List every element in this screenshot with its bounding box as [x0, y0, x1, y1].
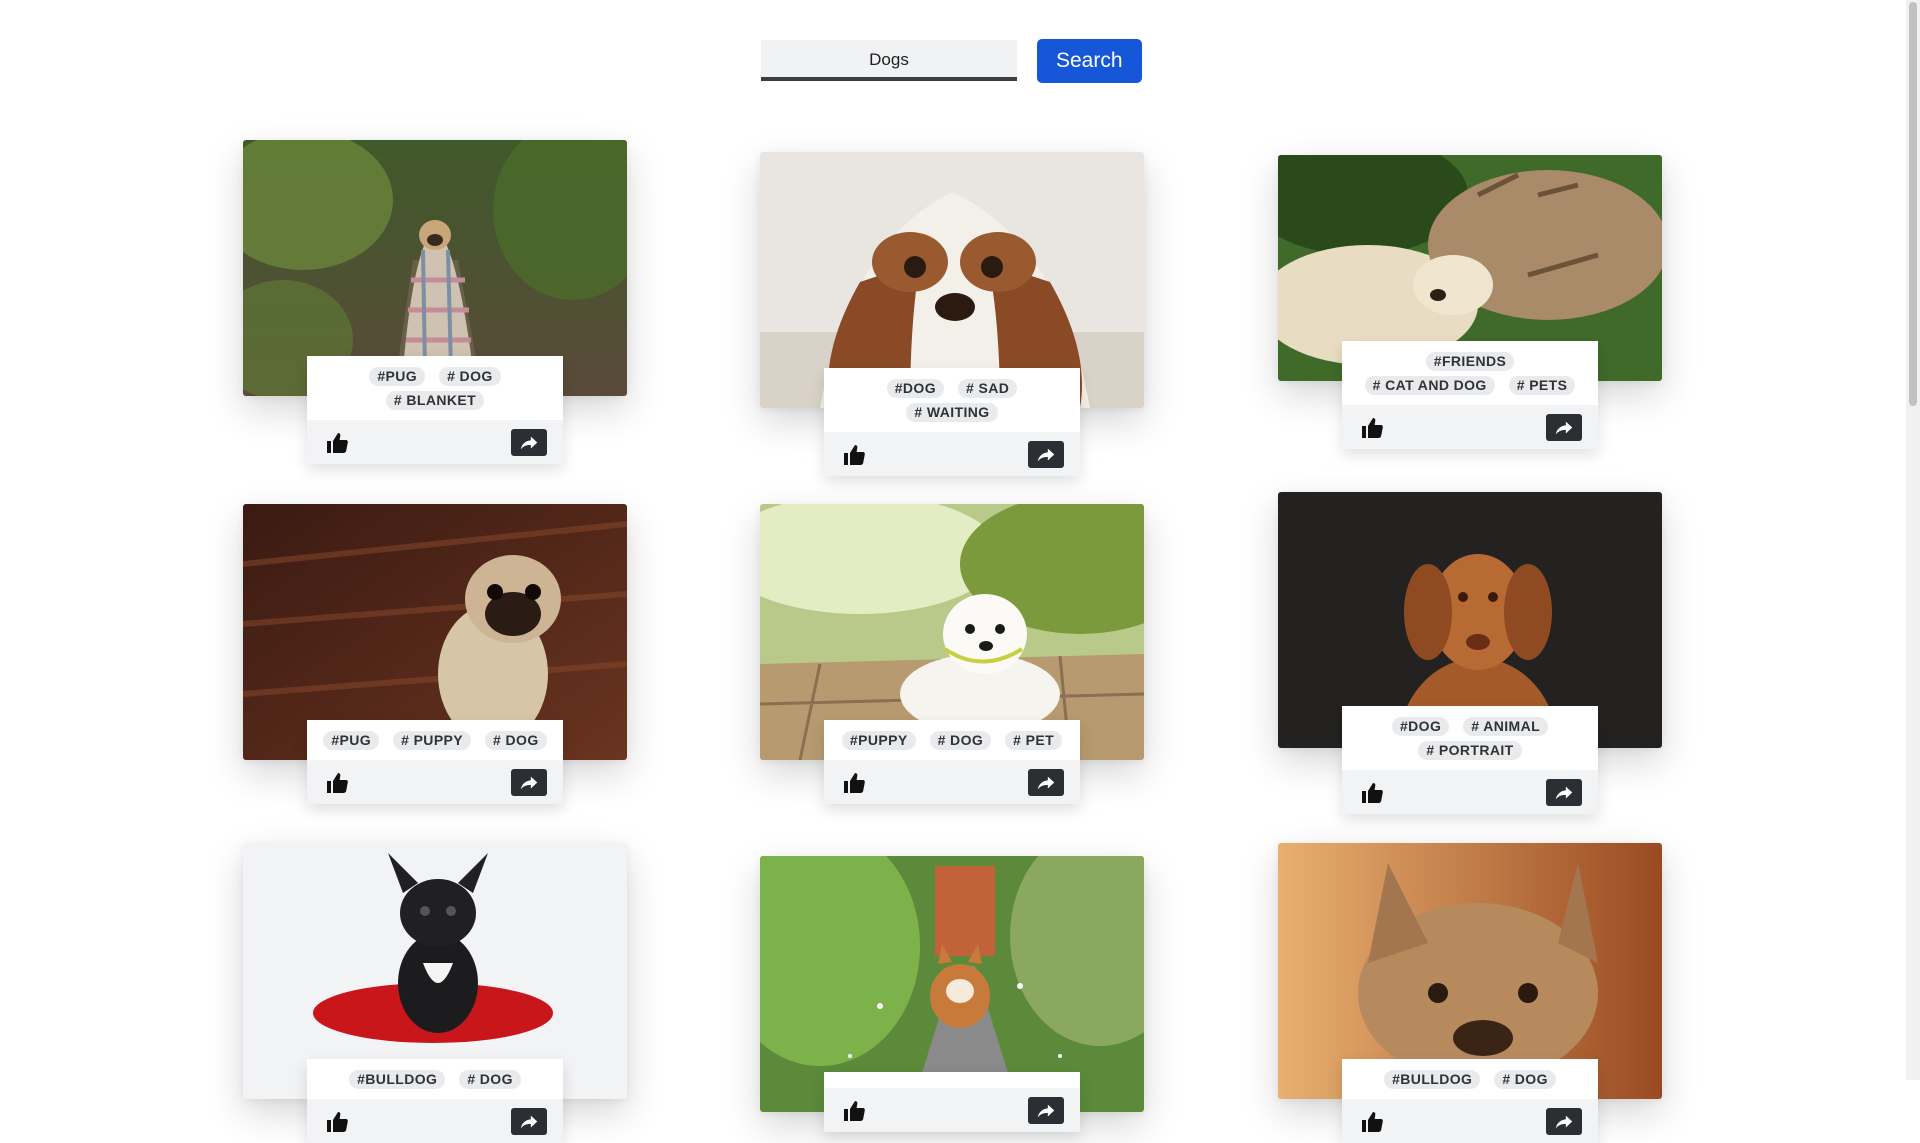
thumbs-up-icon[interactable]: [325, 1110, 349, 1134]
image-card: #PUPPY # DOG # PET: [760, 504, 1144, 804]
tag[interactable]: # BLANKET: [385, 391, 485, 410]
card-actions: [1342, 770, 1598, 814]
share-button[interactable]: [511, 429, 547, 456]
tag[interactable]: # CAT AND DOG: [1364, 376, 1495, 395]
tag[interactable]: # PET: [1005, 731, 1063, 750]
tag[interactable]: # WAITING: [906, 403, 998, 422]
share-button[interactable]: [511, 769, 547, 796]
tag[interactable]: # PORTRAIT: [1418, 741, 1522, 760]
share-button[interactable]: [1546, 414, 1582, 441]
tag[interactable]: #PUPPY: [841, 731, 916, 750]
search-bar: Search: [761, 39, 1142, 83]
share-button[interactable]: [1546, 779, 1582, 806]
share-button[interactable]: [1028, 441, 1064, 468]
card-actions: [1342, 405, 1598, 449]
tag[interactable]: # SAD: [958, 379, 1018, 398]
thumbs-up-icon[interactable]: [325, 771, 349, 795]
share-arrow-icon: [1035, 444, 1057, 466]
tag[interactable]: #FRIENDS: [1425, 352, 1515, 371]
card-info: #BULLDOG # DOG: [307, 1059, 563, 1143]
tag-list: #DOG # ANIMAL # PORTRAIT: [1342, 706, 1598, 770]
tag-list: #PUG # DOG # BLANKET: [307, 356, 563, 420]
thumbs-up-icon[interactable]: [1360, 416, 1384, 440]
thumbs-up-icon[interactable]: [842, 1099, 866, 1123]
share-button[interactable]: [1546, 1108, 1582, 1135]
card-info: #DOG # SAD # WAITING: [824, 368, 1080, 476]
share-arrow-icon: [1035, 1100, 1057, 1122]
tag-list: [824, 1072, 1080, 1088]
image-card: #PUG # DOG # BLANKET: [243, 140, 627, 464]
share-arrow-icon: [1553, 417, 1575, 439]
tag[interactable]: # DOG: [439, 367, 501, 386]
tag[interactable]: #PUG: [323, 731, 380, 750]
tag[interactable]: # DOG: [929, 731, 992, 750]
card-info: #PUG # PUPPY # DOG: [307, 720, 563, 804]
card-actions: [824, 432, 1080, 476]
share-button[interactable]: [511, 1108, 547, 1135]
share-arrow-icon: [1553, 782, 1575, 804]
card-info: #DOG # ANIMAL # PORTRAIT: [1342, 706, 1598, 814]
thumbs-up-icon[interactable]: [842, 443, 866, 467]
card-info: #FRIENDS # CAT AND DOG # PETS: [1342, 341, 1598, 449]
tag[interactable]: # PUPPY: [393, 731, 472, 750]
tag-list: #BULLDOG # DOG: [307, 1059, 563, 1099]
card-actions: [307, 1099, 563, 1143]
share-button[interactable]: [1028, 1097, 1064, 1124]
card-actions: [824, 760, 1080, 804]
share-button[interactable]: [1028, 769, 1064, 796]
share-arrow-icon: [1553, 1111, 1575, 1133]
tag-list: #PUPPY # DOG # PET: [824, 720, 1080, 760]
card-actions: [1342, 1099, 1598, 1143]
card-actions: [824, 1088, 1080, 1132]
tag[interactable]: #DOG: [886, 379, 945, 398]
tag-list: #FRIENDS # CAT AND DOG # PETS: [1342, 341, 1598, 405]
share-arrow-icon: [1035, 772, 1057, 794]
card-info: #BULLDOG # DOG: [1342, 1059, 1598, 1143]
card-actions: [307, 760, 563, 804]
image-card: #FRIENDS # CAT AND DOG # PETS: [1278, 155, 1662, 449]
thumbs-up-icon[interactable]: [1360, 1110, 1384, 1134]
share-arrow-icon: [518, 1111, 540, 1133]
card-info: #PUPPY # DOG # PET: [824, 720, 1080, 804]
card-info: #PUG # DOG # BLANKET: [307, 356, 563, 464]
search-button[interactable]: Search: [1037, 39, 1142, 83]
tag-list: #PUG # PUPPY # DOG: [307, 720, 563, 760]
scrollbar[interactable]: [1906, 0, 1920, 1080]
tag[interactable]: # ANIMAL: [1463, 717, 1549, 736]
tag-list: #BULLDOG # DOG: [1342, 1059, 1598, 1099]
image-card: #DOG # SAD # WAITING: [760, 152, 1144, 476]
image-card: #PUG # PUPPY # DOG: [243, 504, 627, 804]
tag[interactable]: # DOG: [485, 731, 547, 750]
scrollbar-thumb[interactable]: [1909, 2, 1917, 406]
tag-list: #DOG # SAD # WAITING: [824, 368, 1080, 432]
tag[interactable]: # PETS: [1508, 376, 1576, 395]
share-arrow-icon: [518, 432, 540, 454]
share-arrow-icon: [518, 772, 540, 794]
thumbs-up-icon[interactable]: [1360, 781, 1384, 805]
thumbs-up-icon[interactable]: [325, 431, 349, 455]
image-card: #BULLDOG # DOG: [243, 843, 627, 1143]
search-input[interactable]: [761, 40, 1017, 81]
card-actions: [307, 420, 563, 464]
card-info: [824, 1072, 1080, 1132]
tag[interactable]: #DOG: [1391, 717, 1450, 736]
image-card: [760, 856, 1144, 1132]
tag[interactable]: #PUG: [369, 367, 426, 386]
image-card: #BULLDOG # DOG: [1278, 843, 1662, 1143]
thumbs-up-icon[interactable]: [842, 771, 866, 795]
image-card: #DOG # ANIMAL # PORTRAIT: [1278, 492, 1662, 814]
